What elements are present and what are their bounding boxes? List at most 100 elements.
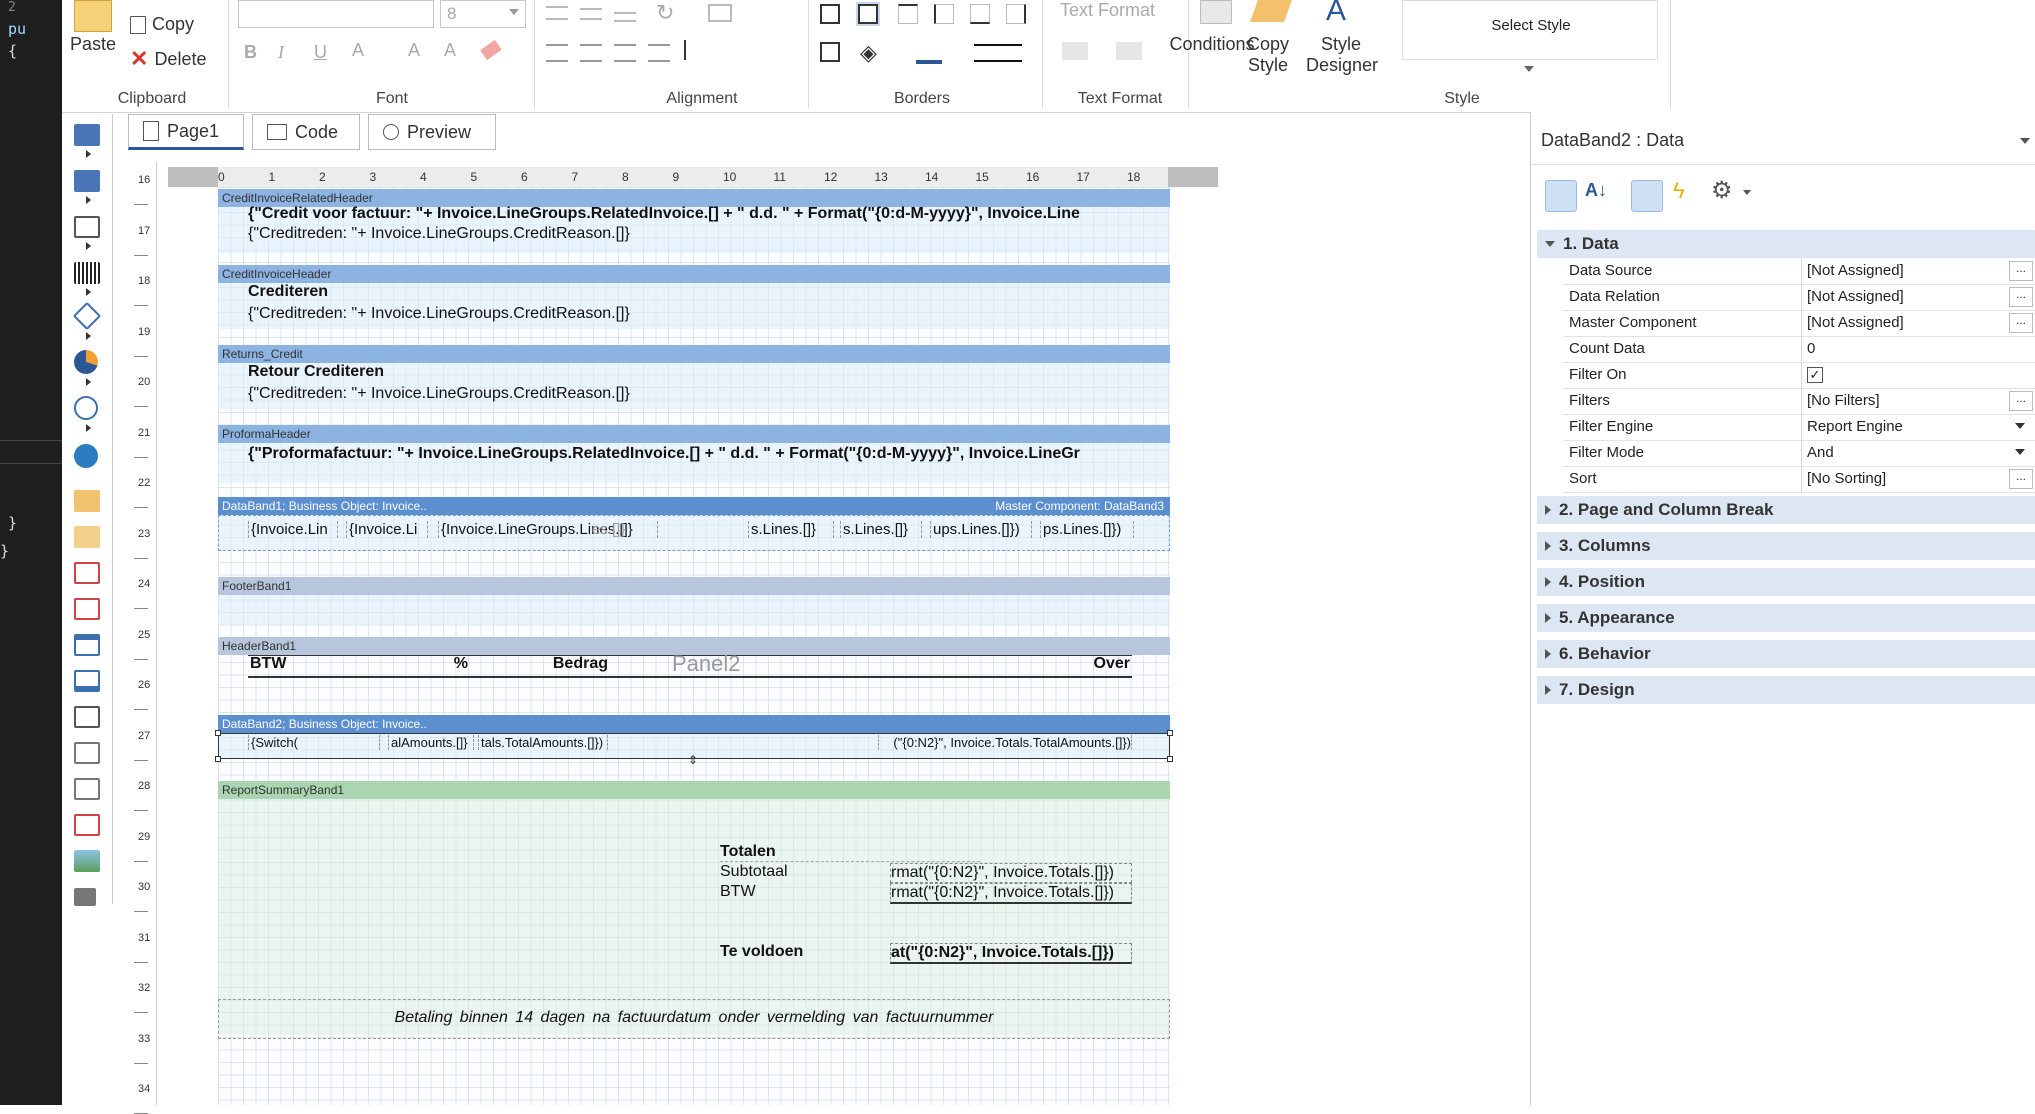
copy-style-button[interactable]: Copy Style <box>1238 34 1298 76</box>
category-design[interactable]: 7. Design <box>1537 676 2035 704</box>
band-header-credit-invoice[interactable]: CreditInvoiceHeader <box>218 265 1170 283</box>
border-style-icon[interactable] <box>820 42 840 62</box>
subtotaal-value[interactable]: rmat("{0:N2}", Invoice.Totals.[]}) <box>890 863 1132 883</box>
category-columns[interactable]: 3. Columns <box>1537 532 2035 560</box>
ellipsis-button[interactable]: ... <box>2009 287 2033 307</box>
prop-row-filter-mode[interactable]: Filter Mode And <box>1563 440 2035 467</box>
selection-handle[interactable] <box>215 756 221 762</box>
panel2-label[interactable]: Panel2 <box>672 651 741 677</box>
image-tool-icon[interactable] <box>74 850 100 872</box>
databand1-cell[interactable]: ups.Lines.[]}) <box>930 521 1032 538</box>
bold-icon[interactable]: B <box>244 42 257 63</box>
format-custom-icon[interactable] <box>1116 42 1142 60</box>
expand-arrow-icon[interactable] <box>86 196 91 204</box>
report-page[interactable]: CreditInvoiceRelatedHeader {"Credit voor… <box>215 187 1173 1105</box>
italic-icon[interactable]: I <box>278 42 284 63</box>
over-header[interactable]: Over <box>978 655 1130 673</box>
chart-tool-icon[interactable] <box>74 350 98 374</box>
dropdown-arrow-icon[interactable] <box>2015 423 2025 429</box>
band-header-returns-credit[interactable]: Returns_Credit <box>218 345 1170 363</box>
databand2-cell[interactable]: tals.TotalAmounts.[]}) <box>478 735 608 750</box>
te-voldoen-value[interactable]: at("{0:N2}", Invoice.Totals.[]}) <box>890 943 1132 964</box>
btw-label[interactable]: BTW <box>720 883 880 901</box>
settings-gear-icon[interactable]: ⚙ <box>1711 176 1733 205</box>
header-band-tool-icon[interactable] <box>74 634 100 656</box>
category-behavior[interactable]: 6. Behavior <box>1537 640 2035 668</box>
payment-note[interactable]: Betaling binnen 14 dagen na factuurdatum… <box>218 1009 1170 1027</box>
subreport-tool-icon[interactable] <box>74 778 100 800</box>
border-color-icon[interactable] <box>916 40 942 64</box>
selection-handle[interactable] <box>215 730 221 736</box>
underline-icon[interactable]: U <box>314 42 327 63</box>
proforma-expression[interactable]: {"Proformafactuur: "+ Invoice.LineGroups… <box>248 445 1148 463</box>
bedrag-header[interactable]: Bedrag <box>478 655 608 673</box>
tab-preview[interactable]: Preview <box>368 114 496 150</box>
tab-page1[interactable]: Page1 <box>128 114 244 150</box>
expand-arrow-icon[interactable] <box>86 150 91 158</box>
databand1-cell[interactable]: {Invoice.Li <box>346 521 428 538</box>
credit-reason-expression[interactable]: {"Creditreden: "+ Invoice.LineGroups.Cre… <box>248 225 848 243</box>
category-page-column-break[interactable]: 2. Page and Column Break <box>1537 496 2035 524</box>
resize-handle-icon[interactable]: ⇕ <box>688 753 698 767</box>
band-header-databand1[interactable]: DataBand1; Business Object: Invoice.. Ma… <box>218 497 1170 515</box>
ellipsis-button[interactable]: ... <box>2009 469 2033 489</box>
prop-row-data-source[interactable]: Data Source [Not Assigned]... <box>1563 258 2035 285</box>
format-preset-icon[interactable] <box>1062 42 1088 60</box>
credit-reason-expression[interactable]: {"Creditreden: "+ Invoice.LineGroups.Cre… <box>248 305 848 323</box>
cross-band-tool-icon[interactable] <box>74 170 100 192</box>
grow-font-icon[interactable]: A <box>408 40 420 61</box>
copy-style-icon[interactable] <box>1249 0 1293 22</box>
databand1-cell[interactable]: s.Lines.[]} <box>748 521 834 538</box>
border-width-icon[interactable] <box>974 44 1022 62</box>
barcode-tool-icon[interactable] <box>74 262 100 284</box>
paste-icon[interactable] <box>74 0 112 32</box>
style-gallery-expand-icon[interactable] <box>1524 66 1534 72</box>
copy-button[interactable]: Copy <box>130 14 194 35</box>
subtotaal-label[interactable]: Subtotaal <box>720 863 880 881</box>
expand-arrow-icon[interactable] <box>86 424 91 432</box>
border-bottom-icon[interactable] <box>970 4 990 24</box>
conditions-icon[interactable] <box>1200 0 1232 24</box>
text-in-cells-tool-icon[interactable] <box>74 598 100 620</box>
border-top-icon[interactable] <box>898 4 918 24</box>
shrink-font-icon[interactable]: A <box>444 40 456 61</box>
align-bottom-icon[interactable] <box>614 12 636 22</box>
border-none-icon[interactable] <box>856 2 880 26</box>
paste-button[interactable]: Paste <box>70 34 116 55</box>
text-tool-icon[interactable] <box>74 216 100 238</box>
percent-header[interactable]: % <box>378 655 468 673</box>
shape-tool-icon[interactable] <box>72 301 102 331</box>
word-wrap-icon[interactable] <box>708 4 732 22</box>
category-position[interactable]: 4. Position <box>1537 568 2035 596</box>
fill-color-icon[interactable]: ◈ <box>860 40 877 66</box>
selection-handle[interactable] <box>1167 730 1173 736</box>
databand1-cell[interactable]: s.Lines.[]} <box>840 521 922 538</box>
footer-band-tool-icon[interactable] <box>74 670 100 692</box>
expand-arrow-icon[interactable] <box>86 332 91 340</box>
border-left-icon[interactable] <box>934 4 954 24</box>
band-header-databand2[interactable]: DataBand2; Business Object: Invoice.. <box>218 715 1170 733</box>
dropdown-arrow-icon[interactable] <box>2015 449 2025 455</box>
align-right-icon[interactable] <box>614 44 636 62</box>
panel-tool-icon[interactable] <box>74 490 100 512</box>
tools-icon[interactable] <box>74 888 96 906</box>
select-style-gallery[interactable]: Select Style <box>1402 0 1658 60</box>
line-spacing-icon[interactable] <box>684 40 710 60</box>
band-tool-icon[interactable] <box>74 124 100 146</box>
btw-value[interactable]: rmat("{0:N2}", Invoice.Totals.[]}) <box>890 883 1132 904</box>
crediteren-text[interactable]: Crediteren <box>248 283 648 301</box>
map-tool-icon[interactable] <box>74 444 98 468</box>
band-header-summary[interactable]: ReportSummaryBand1 <box>218 781 1170 799</box>
databand2-cell[interactable]: {Switch( <box>248 735 380 750</box>
clone-tool-icon[interactable] <box>74 526 100 548</box>
databand1-cell[interactable]: {Invoice.Lin <box>248 521 338 538</box>
properties-view-icon[interactable] <box>1631 180 1663 212</box>
credit-reason-expression[interactable]: {"Creditreden: "+ Invoice.LineGroups.Cre… <box>248 385 848 403</box>
prop-row-count-data[interactable]: Count Data 0 <box>1563 336 2035 363</box>
align-justify-icon[interactable] <box>648 44 670 62</box>
text-format-combo[interactable]: Text Format <box>1000 0 1176 21</box>
events-icon[interactable]: ϟ <box>1673 178 1685 204</box>
band-body-footer1[interactable] <box>218 595 1170 625</box>
rotate-icon[interactable]: ↻ <box>656 0 674 26</box>
table-tool-icon[interactable] <box>74 706 100 728</box>
